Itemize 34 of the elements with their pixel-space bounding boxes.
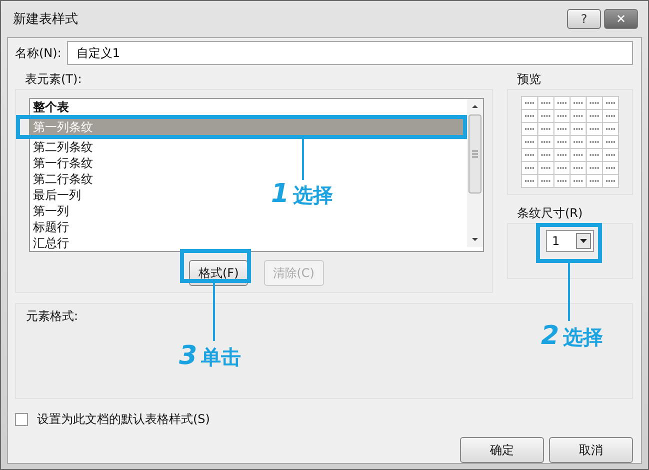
list-item[interactable]: 第二列条纹 (30, 139, 96, 155)
highlight-frame (180, 249, 251, 283)
step-label: 选择 (563, 324, 604, 351)
step-number: 1 (271, 179, 290, 209)
cancel-button[interactable]: 取消 (549, 437, 633, 463)
highlight-frame (536, 223, 602, 263)
preview-label: 预览 (517, 71, 542, 87)
step-label: 选择 (293, 182, 334, 209)
list-item[interactable]: 第一行条纹 (30, 155, 96, 171)
list-item[interactable]: 标题行 (30, 219, 72, 235)
list-item[interactable]: 最后一列 (30, 187, 84, 203)
name-field[interactable]: 自定义1 (67, 41, 633, 65)
checkbox[interactable] (15, 413, 28, 426)
close-button[interactable]: ✕ (604, 9, 638, 29)
stripe-size-label: 条纹尺寸(R) (517, 205, 584, 221)
scrollbar-drawing[interactable] (467, 99, 483, 247)
ok-button[interactable]: 确定 (460, 437, 544, 463)
help-button[interactable]: ? (567, 9, 601, 29)
list-item[interactable]: 整个表 (30, 99, 72, 115)
name-label: 名称(N): (15, 44, 62, 62)
list-item[interactable]: 汇总行 (30, 235, 72, 251)
step-number: 2 (541, 321, 560, 351)
window-title: 新建表样式 (13, 11, 78, 28)
list-item[interactable]: 第一列 (30, 203, 72, 219)
element-format-label: 元素格式: (26, 309, 78, 323)
callout-line (568, 263, 570, 321)
stripe-size-dropdown[interactable]: 1 (546, 230, 594, 252)
callout-line (302, 136, 304, 180)
checkbox-label: 设置为此文档的默认表格样式(S) (37, 411, 210, 428)
step-number: 3 (179, 341, 198, 371)
elements-label: 表元素(T): (25, 71, 83, 87)
callout-line (213, 283, 215, 341)
list-item[interactable]: 第二行条纹 (30, 171, 96, 187)
step-label: 单击 (201, 344, 242, 371)
